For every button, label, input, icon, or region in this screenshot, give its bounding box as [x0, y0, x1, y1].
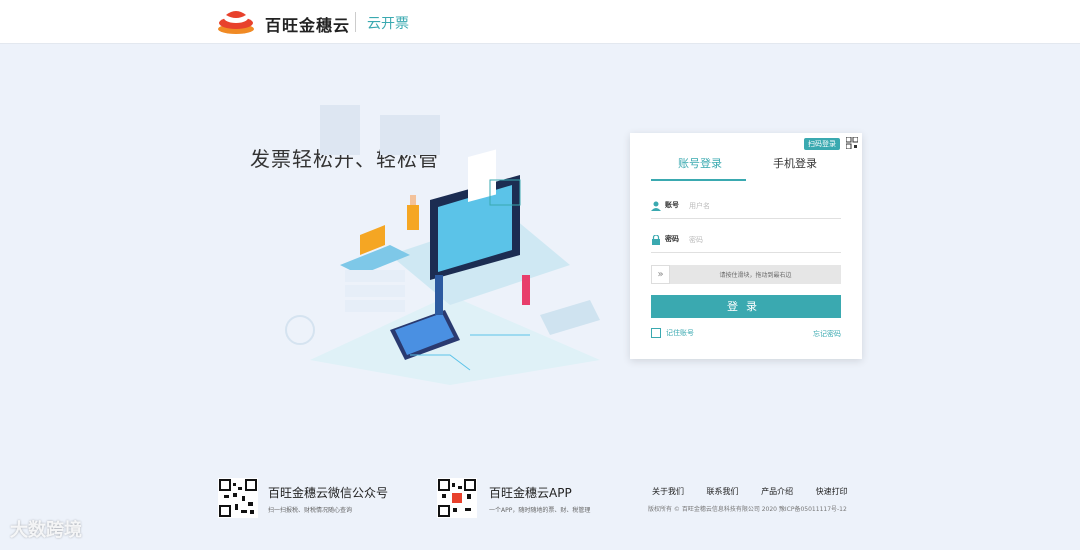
top-bar: 百旺金穗云 云开票: [0, 0, 1080, 44]
password-input[interactable]: [689, 231, 839, 249]
contact-us-link[interactable]: 联系我们: [707, 487, 739, 496]
username-input[interactable]: [689, 197, 839, 215]
tab-phone-login[interactable]: 手机登录: [773, 155, 817, 171]
isometric-illustration: [285, 105, 600, 385]
qr-code-icon[interactable]: [846, 137, 858, 149]
product-name: 云开票: [367, 16, 409, 32]
footer-links: 关于我们 联系我们 产品介绍 快速打印: [652, 486, 868, 497]
user-icon: [651, 201, 661, 211]
quick-print-link[interactable]: 快速打印: [816, 487, 848, 496]
remember-checkbox[interactable]: [651, 328, 661, 338]
app-subtitle: 一个APP，随时随地的票、财、税管理: [489, 507, 591, 514]
remember-account[interactable]: 记住账号: [651, 328, 694, 338]
brand-logo-icon[interactable]: [216, 9, 256, 35]
remember-label: 记住账号: [666, 329, 694, 337]
wechat-subtitle: 扫一扫报税、财税情况随心查询: [268, 507, 353, 514]
brand-name[interactable]: 百旺金穗云: [265, 12, 350, 36]
watermark-text: 大数跨境: [10, 520, 82, 541]
product-intro-link[interactable]: 产品介绍: [761, 487, 793, 496]
active-tab-indicator: [651, 179, 746, 181]
app-title: 百旺金穗云APP: [489, 486, 572, 500]
slider-hint: 请按住滑块，拖动到最右边: [719, 272, 792, 279]
account-label: 账号: [665, 201, 679, 209]
app-qr-code: [437, 478, 477, 518]
header-divider: [355, 12, 356, 32]
forgot-password-link[interactable]: 忘记密码: [813, 329, 841, 339]
password-field: 密码: [651, 231, 841, 253]
copyright-text: 版权所有 © 百旺金穗云信息科技有限公司 2020 豫ICP备05011117号…: [648, 506, 847, 513]
qr-login-tag[interactable]: 扫码登录: [804, 138, 840, 150]
password-label: 密码: [665, 235, 679, 243]
account-field: 账号: [651, 197, 841, 219]
about-us-link[interactable]: 关于我们: [652, 487, 684, 496]
lock-icon: [652, 235, 660, 245]
wechat-title: 百旺金穗云微信公众号: [268, 486, 389, 500]
login-panel: 扫码登录 账号登录 手机登录 账号 密码 » 请按住滑块，拖动到最右边 登录 记…: [630, 133, 862, 359]
slider-handle[interactable]: »: [651, 265, 670, 284]
slider-captcha[interactable]: » 请按住滑块，拖动到最右边: [651, 265, 841, 284]
login-button[interactable]: 登录: [651, 295, 841, 318]
tab-account-login[interactable]: 账号登录: [678, 155, 722, 171]
wechat-qr-code: [218, 478, 258, 518]
